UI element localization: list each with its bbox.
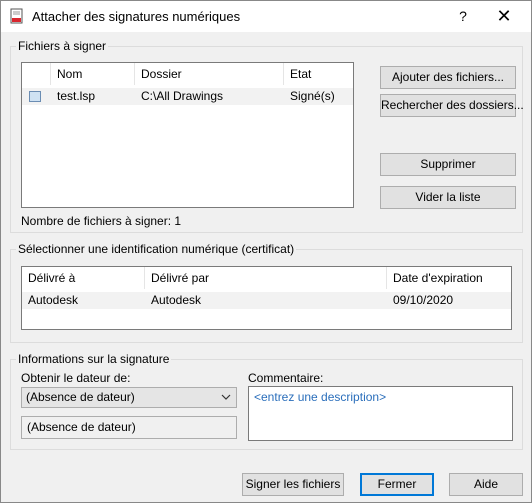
files-list[interactable]: Nom Dossier Etat test.lsp C:\All Drawing… (21, 62, 354, 208)
signature-info-group: Informations sur la signature Obtenir le… (10, 352, 523, 450)
column-name[interactable]: Nom (51, 63, 135, 85)
file-name: test.lsp (57, 89, 96, 103)
signature-app-icon (10, 8, 23, 24)
sign-files-button[interactable]: Signer les fichiers (242, 473, 344, 496)
chevron-down-icon (221, 394, 231, 400)
files-to-sign-group: Fichiers à signer Nom Dossier Etat test.… (10, 39, 524, 233)
table-row[interactable]: Autodesk Autodesk 09/10/2020 (22, 292, 511, 309)
cert-issued-to: Autodesk (28, 293, 79, 307)
cert-issued-by: Autodesk (151, 293, 202, 307)
column-state[interactable]: Etat (284, 63, 354, 85)
search-folders-button[interactable]: Rechercher des dossiers... (380, 94, 524, 117)
certificate-list[interactable]: Délivré à Délivré par Date d'expiration … (21, 266, 512, 330)
files-group-legend: Fichiers à signer (16, 39, 109, 53)
certificate-group-legend: Sélectionner une identification numériqu… (16, 242, 297, 256)
table-row[interactable]: test.lsp C:\All Drawings Signé(s) (22, 88, 353, 105)
certificate-group: Sélectionner une identification numériqu… (10, 242, 523, 343)
close-icon[interactable]: ✕ (481, 1, 527, 31)
column-issued-by[interactable]: Délivré par (145, 267, 387, 289)
timestamp-select[interactable]: (Absence de dateur) (21, 387, 237, 408)
title-bar: Attacher des signatures numériques ? ✕ (1, 1, 531, 32)
certificate-list-header: Délivré à Délivré par Date d'expiration (22, 267, 511, 289)
close-button[interactable]: Fermer (360, 473, 434, 496)
help-icon[interactable]: ? (450, 5, 476, 27)
file-checkbox-icon[interactable] (29, 91, 41, 102)
timestamp-label: Obtenir le dateur de: (21, 371, 131, 385)
help-button[interactable]: Aide (449, 473, 523, 496)
signature-group-legend: Informations sur la signature (16, 352, 172, 366)
window-title: Attacher des signatures numériques (32, 9, 241, 24)
column-folder[interactable]: Dossier (135, 63, 284, 85)
file-folder: C:\All Drawings (141, 89, 224, 103)
cert-expiry: 09/10/2020 (393, 293, 454, 307)
clear-list-button[interactable]: Vider la liste (380, 186, 516, 209)
column-issued-to[interactable]: Délivré à (22, 267, 145, 289)
delete-button[interactable]: Supprimer (380, 153, 516, 176)
files-count-label: Nombre de fichiers à signer: 1 (21, 214, 182, 228)
column-blank[interactable] (22, 63, 51, 85)
file-state: Signé(s) (290, 89, 335, 103)
dialog-window: Attacher des signatures numériques ? ✕ F… (0, 0, 532, 503)
add-files-button[interactable]: Ajouter des fichiers... (380, 66, 516, 89)
comment-field[interactable]: <entrez une description> (248, 386, 513, 441)
timestamp-selected-value: (Absence de dateur) (26, 390, 135, 404)
timestamp-readonly-field: (Absence de dateur) (21, 416, 237, 439)
comment-label: Commentaire: (248, 371, 324, 385)
column-expiry[interactable]: Date d'expiration (387, 267, 511, 289)
files-list-header: Nom Dossier Etat (22, 63, 353, 85)
